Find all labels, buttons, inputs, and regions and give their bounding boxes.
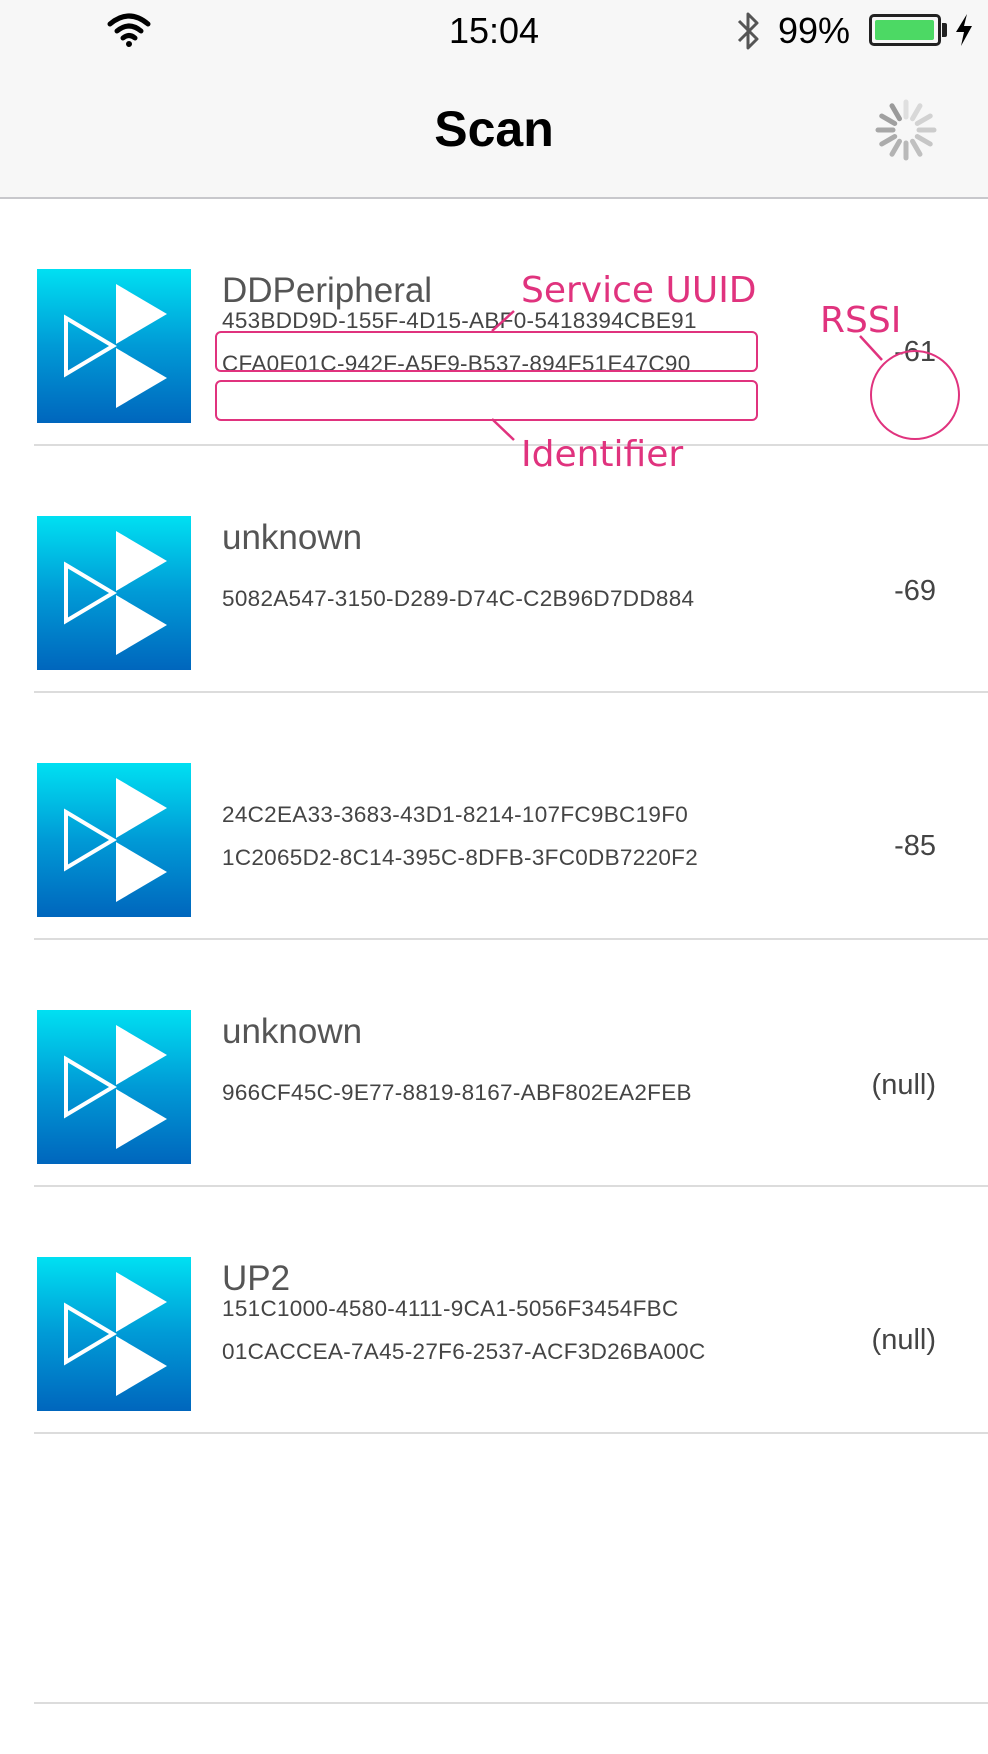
spinner-spoke xyxy=(889,138,902,157)
battery-level-fill xyxy=(875,20,935,40)
device-rssi: -85 xyxy=(894,830,936,862)
spinner-spoke xyxy=(889,103,902,122)
rssi-annotation: RSSI xyxy=(820,300,902,341)
device-identifier: 1C2065D2-8C14-395C-8DFB-3FC0DB7220F2 xyxy=(222,845,699,870)
device-name: DDPeripheral xyxy=(222,271,433,310)
bluetooth-device-icon xyxy=(37,1010,191,1164)
status-bar: 15:04 99% xyxy=(0,0,988,60)
spinner-spoke xyxy=(879,134,898,147)
navigation-bar: Scan xyxy=(0,60,988,199)
spinner-icon xyxy=(875,99,937,161)
device-name: unknown xyxy=(222,518,363,557)
battery-tip xyxy=(942,23,947,37)
battery-percent: 99% xyxy=(778,10,851,51)
device-name: unknown xyxy=(222,1012,363,1051)
service-uuid-annotation: Service UUID xyxy=(521,270,757,311)
page-title: Scan xyxy=(434,101,554,157)
charging-icon xyxy=(956,14,972,46)
identifier-highlight xyxy=(215,380,758,421)
device-row[interactable]: 24C2EA33-3683-43D1-8214-107FC9BC19F0 1C20… xyxy=(0,693,988,940)
battery-icon xyxy=(869,14,941,46)
bluetooth-device-icon xyxy=(37,1257,191,1411)
spinner-spoke xyxy=(910,103,923,122)
bluetooth-device-icon xyxy=(37,269,191,423)
bluetooth-device-icon xyxy=(37,763,191,917)
device-rssi: (null) xyxy=(871,1069,936,1101)
service-uuid-highlight xyxy=(215,331,758,372)
device-row[interactable]: unknown 5082A547-3150-D289-D74C-C2B96D7DD… xyxy=(0,446,988,693)
identifier-annotation: Identifier xyxy=(521,434,684,475)
device-rssi: -69 xyxy=(894,575,936,607)
device-identifier: 5082A547-3150-D289-D74C-C2B96D7DD884 xyxy=(222,586,695,611)
device-service-uuid: 151C1000-4580-4111-9CA1-5056F3454FBC xyxy=(222,1296,679,1321)
spinner-spoke xyxy=(910,138,923,157)
bluetooth-icon xyxy=(737,12,759,50)
spinner-spoke xyxy=(879,113,898,126)
bluetooth-device-icon xyxy=(37,516,191,670)
device-name: UP2 xyxy=(222,1259,291,1298)
device-identifier: 01CACCEA-7A45-27F6-2537-ACF3D26BA00C xyxy=(222,1339,706,1364)
device-row[interactable]: UP2 151C1000-4580-4111-9CA1-5056F3454FBC 0… xyxy=(0,1187,988,1434)
spinner-spoke xyxy=(914,113,933,126)
rssi-highlight xyxy=(870,350,960,440)
device-service-uuid: 24C2EA33-3683-43D1-8214-107FC9BC19F0 xyxy=(222,802,689,827)
spinner-spoke xyxy=(914,134,933,147)
list-separator xyxy=(34,1702,988,1704)
device-identifier: 966CF45C-9E77-8819-8167-ABF802EA2FEB xyxy=(222,1080,692,1105)
device-rssi: (null) xyxy=(871,1324,936,1356)
device-row[interactable]: unknown 966CF45C-9E77-8819-8167-ABF802EA2… xyxy=(0,940,988,1187)
